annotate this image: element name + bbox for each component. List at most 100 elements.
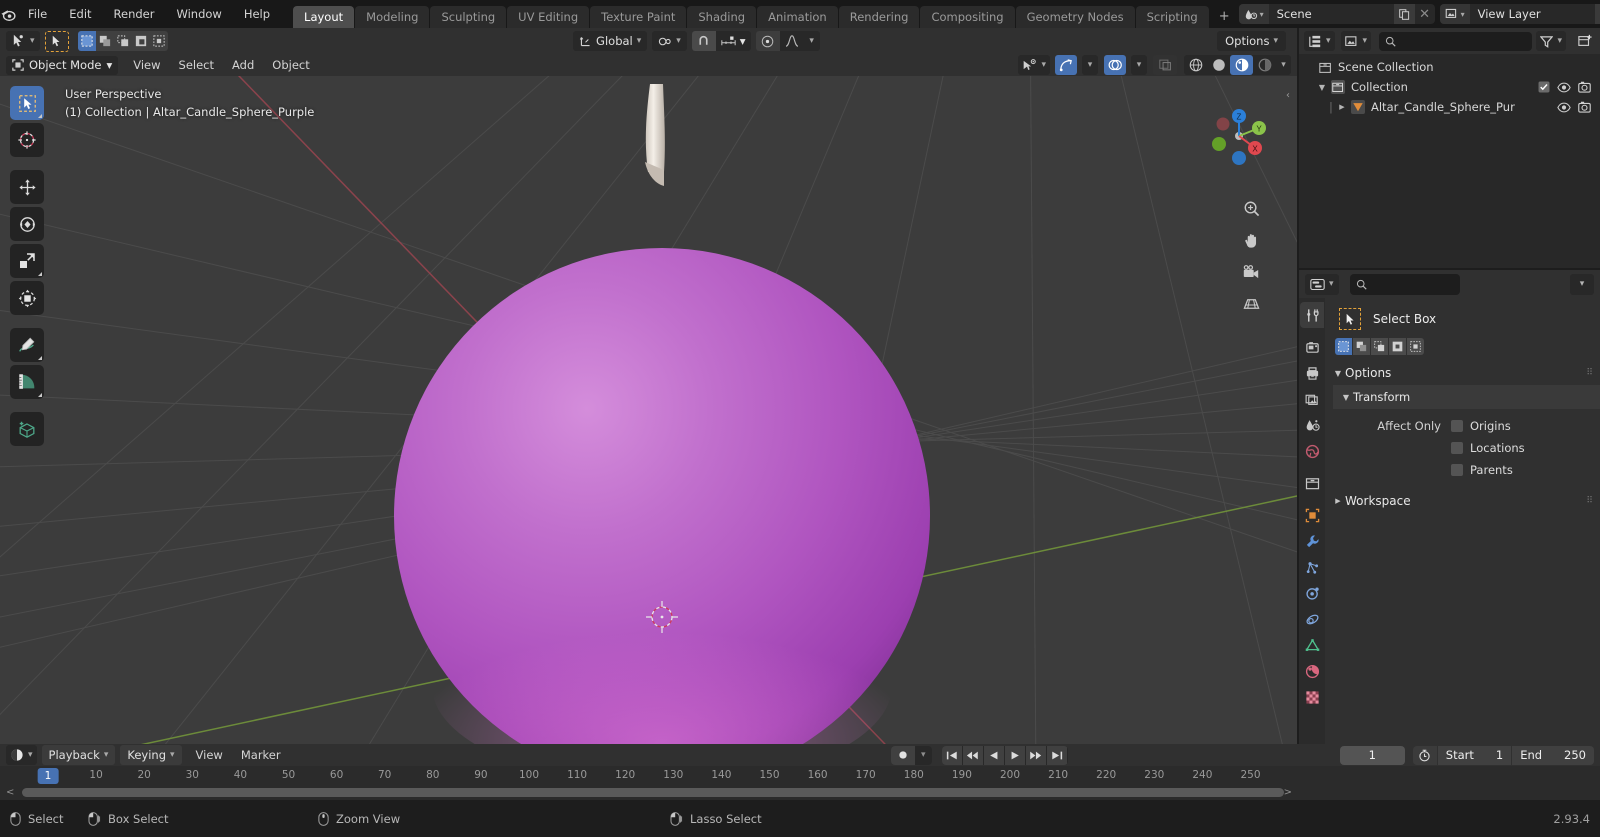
new-collection-button[interactable] [1575,31,1595,51]
timeline-editor-type-dropdown[interactable]: ▾ [6,745,37,765]
play-button[interactable] [1004,745,1025,765]
viewport-sidebar-collapse-arrow[interactable]: ‹ [1286,90,1290,101]
viewport-menu-select[interactable]: Select [170,56,223,75]
menu-window[interactable]: Window [165,3,232,25]
viewport-menu-view[interactable]: View [124,56,169,75]
record-dot-icon[interactable] [890,745,915,765]
timeline-editor[interactable]: 1 10 20 30 40 50 60 70 80 90 100 110 120 130 140 150 160… [0,766,1600,800]
panel-header-workspace[interactable]: ▶ Workspace ⠿ [1325,489,1600,513]
jump-to-start-button[interactable] [941,745,962,765]
tool-annotate[interactable] [10,328,44,362]
collection-camera-icon[interactable] [1578,81,1591,93]
tool-rotate[interactable] [10,207,44,241]
parents-checkbox[interactable] [1451,464,1463,476]
camera-icon[interactable] [1239,260,1263,284]
outliner-filter-collection-dropdown[interactable]: ▾ [1340,31,1372,51]
frame-end-field[interactable]: End 250 [1512,745,1594,765]
select-new-icon[interactable] [77,31,96,51]
collection-disclosure-triangle[interactable]: ▼ [1315,83,1329,92]
unlink-scene-button[interactable]: ✕ [1415,4,1435,24]
select-subtract-icon[interactable] [1371,338,1388,355]
properties-options-dropdown[interactable]: ▾ [1570,273,1594,295]
tab-sculpting[interactable]: Sculpting [430,6,507,28]
visibility-dropdown[interactable]: ▾ [1018,55,1050,75]
tool-cursor[interactable] [10,123,44,157]
transform-panel-triangle[interactable]: ▼ [1339,393,1353,402]
auto-keying-icon[interactable] [1412,745,1437,765]
falloff-curve-icon[interactable] [780,31,804,51]
menu-help[interactable]: Help [233,3,281,25]
active-tool-button[interactable]: ▾ [6,31,40,51]
tab-modeling[interactable]: Modeling [355,6,430,28]
timeline-menu-playback[interactable]: Playback ▾ [41,745,116,765]
select-box-tool-icon[interactable] [1339,308,1361,330]
timeline-menu-keying[interactable]: Keying ▾ [120,745,182,765]
panel-grip-icon[interactable]: ⠿ [1586,369,1594,378]
ortho-persp-icon[interactable] [1239,292,1263,316]
select-subtract-icon[interactable] [113,31,132,51]
menu-render[interactable]: Render [103,3,166,25]
properties-tab-texture[interactable] [1300,684,1324,710]
properties-tab-tool[interactable] [1300,302,1324,328]
add-workspace-button[interactable]: + [1210,6,1239,28]
timeline-ruler[interactable]: 1 10 20 30 40 50 60 70 80 90 100 110 120 130 140 150 160… [0,766,1600,786]
overlays-chevron-icon[interactable]: ▾ [1131,55,1147,75]
select-intersect-icon[interactable] [1407,338,1424,355]
pivot-point-dropdown[interactable]: ▾ [652,31,687,51]
magnet-icon[interactable] [691,31,716,51]
current-frame-field[interactable]: 1 [1339,745,1405,765]
jump-to-end-button[interactable] [1046,745,1067,765]
tool-select-box[interactable] [10,86,44,120]
snap-target-dropdown[interactable]: ▾ [716,31,751,51]
gizmo-toggle[interactable] [1055,55,1077,75]
tab-geometry-nodes[interactable]: Geometry Nodes [1015,6,1135,28]
new-scene-button[interactable] [1393,4,1415,24]
play-reverse-button[interactable] [983,745,1004,765]
properties-tab-render[interactable] [1300,334,1324,360]
tool-measure[interactable] [10,365,44,399]
material-preview-shading-icon[interactable] [1230,55,1253,75]
rendered-shading-icon[interactable] [1253,55,1276,75]
select-set-new-icon[interactable] [1335,338,1352,355]
tool-transform[interactable] [10,281,44,315]
properties-search-input[interactable] [1349,273,1460,295]
pan-hand-icon[interactable] [1239,228,1263,252]
select-invert-icon[interactable] [131,31,150,51]
view-layer-name[interactable]: View Layer [1469,4,1595,24]
panel-grip-icon[interactable]: ⠿ [1586,497,1594,506]
prev-keyframe-button[interactable] [962,745,983,765]
outliner-row-object[interactable]: | ▶ Altar_Candle_Sphere_Pur [1299,97,1600,117]
timeline-scroll-left-arrow[interactable]: < [6,787,14,798]
properties-tab-constraints[interactable] [1300,606,1324,632]
properties-tab-particles[interactable] [1300,554,1324,580]
options-panel-triangle[interactable]: ▼ [1331,369,1345,378]
collection-eye-icon[interactable] [1557,82,1571,93]
tab-animation[interactable]: Animation [757,6,838,28]
workspace-panel-triangle[interactable]: ▶ [1331,497,1345,505]
tab-layout[interactable]: Layout [293,6,355,28]
timeline-playhead[interactable]: 1 [37,768,59,784]
viewport-menu-object[interactable]: Object [263,56,318,75]
options-dropdown[interactable]: Options ▾ [1217,31,1286,51]
gizmo-chevron-icon[interactable]: ▾ [1082,55,1098,75]
next-keyframe-button[interactable] [1025,745,1046,765]
properties-tab-view-layer[interactable] [1300,386,1324,412]
timeline-menu-view[interactable]: View [187,746,232,765]
tweak-tool-indicator[interactable] [44,30,69,52]
outliner-tree[interactable]: Scene Collection ▼ Collection | ▶ Altar_… [1299,54,1600,268]
select-extend-icon[interactable] [95,31,114,51]
proportional-edit-icon[interactable] [755,31,780,51]
outliner-search-input[interactable] [1379,31,1533,51]
select-intersect-icon[interactable] [149,31,168,51]
locations-checkbox[interactable] [1451,442,1463,454]
timeline-horizontal-scrollbar[interactable] [22,788,1284,797]
blender-logo-icon[interactable] [0,0,17,28]
properties-tab-scene[interactable] [1300,412,1324,438]
shading-chevron-icon[interactable]: ▾ [1276,55,1291,75]
properties-tab-collection[interactable] [1300,470,1324,496]
properties-tab-output[interactable] [1300,360,1324,386]
collection-checkbox[interactable] [1538,81,1550,93]
tab-compositing[interactable]: Compositing [920,6,1015,28]
select-invert-icon[interactable] [1389,338,1406,355]
outliner-display-mode-dropdown[interactable]: ▾ [1304,31,1335,51]
